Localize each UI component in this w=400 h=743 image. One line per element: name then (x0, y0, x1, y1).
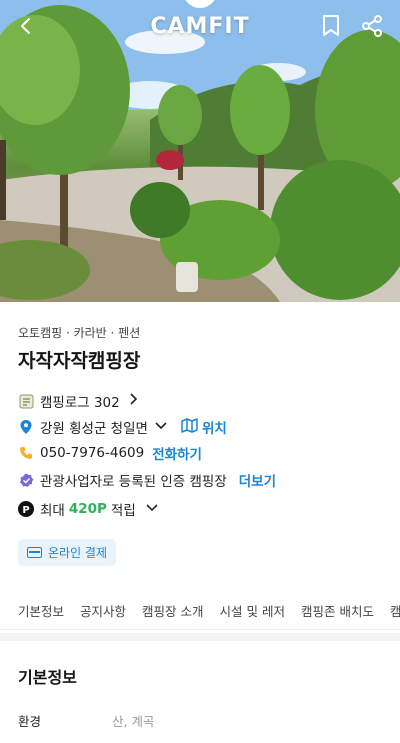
phone-number: 050-7976-4609 (40, 445, 145, 461)
map-link[interactable]: 위치 (202, 417, 227, 437)
tab-site-map[interactable]: 캠핑존 배치도 (293, 601, 382, 620)
online-payment-badge: 온라인 결제 (18, 539, 117, 566)
online-payment-label: 온라인 결제 (48, 546, 108, 560)
points-value: 420P (68, 501, 107, 517)
section-tabs: 기본정보 공지사항 캠핑장 소개 시설 및 레저 캠핑존 배치도 캠 (0, 592, 400, 630)
section-divider (0, 633, 400, 641)
tab-facilities[interactable]: 시설 및 레저 (212, 601, 293, 620)
location-row: 강원 횡성군 청일면 위치 (18, 416, 227, 438)
location-pin-icon (18, 419, 34, 435)
verified-badge-icon (18, 472, 34, 488)
tab-notice[interactable]: 공지사항 (72, 601, 134, 620)
chevron-right-icon (128, 393, 138, 409)
phone-icon (18, 445, 34, 461)
top-bar: CAMFIT (0, 0, 400, 56)
certification-row: 관광사업자로 등록된 인증 캠핑장 더보기 (18, 469, 276, 491)
tab-introduction[interactable]: 캠핑장 소개 (134, 601, 211, 620)
basic-info-title: 기본정보 (18, 668, 77, 687)
environment-label: 환경 (18, 714, 42, 729)
share-icon (362, 15, 382, 37)
bookmark-icon (323, 15, 339, 36)
campsite-title: 자작자작캠핑장 (18, 350, 141, 372)
svg-text:P: P (22, 505, 29, 516)
share-button[interactable] (360, 14, 386, 40)
tab-partial[interactable]: 캠 (382, 601, 400, 620)
credit-card-icon (27, 547, 42, 558)
bookmark-button[interactable] (320, 14, 344, 40)
hero-image: CAMFIT (0, 0, 400, 302)
more-link[interactable]: 더보기 (239, 470, 276, 490)
points-suffix: 적립 (110, 503, 136, 519)
chevron-down-icon[interactable] (155, 419, 167, 435)
camping-log-row[interactable]: 캠핑로그 302 (18, 390, 138, 412)
tab-basic-info[interactable]: 기본정보 (0, 601, 72, 620)
points-p-icon: P (18, 501, 34, 517)
location-text: 강원 횡성군 청일면 (40, 421, 148, 437)
phone-row: 050-7976-4609 전화하기 (18, 442, 202, 464)
certification-text: 관광사업자로 등록된 인증 캠핑장 (40, 474, 227, 490)
camping-log-label: 캠핑로그 302 (40, 395, 120, 411)
points-prefix: 최대 (40, 503, 65, 519)
environment-value: 산, 계곡 (112, 714, 155, 729)
campsite-category: 오토캠핑 · 카라반 · 펜션 (18, 326, 141, 340)
points-row[interactable]: P 최대 420P 적립 (18, 498, 158, 520)
logo-bubble (183, 0, 217, 8)
notebook-icon (18, 393, 34, 409)
call-link[interactable]: 전화하기 (152, 443, 202, 463)
chevron-down-icon[interactable] (146, 501, 158, 517)
map-icon[interactable] (181, 417, 198, 437)
